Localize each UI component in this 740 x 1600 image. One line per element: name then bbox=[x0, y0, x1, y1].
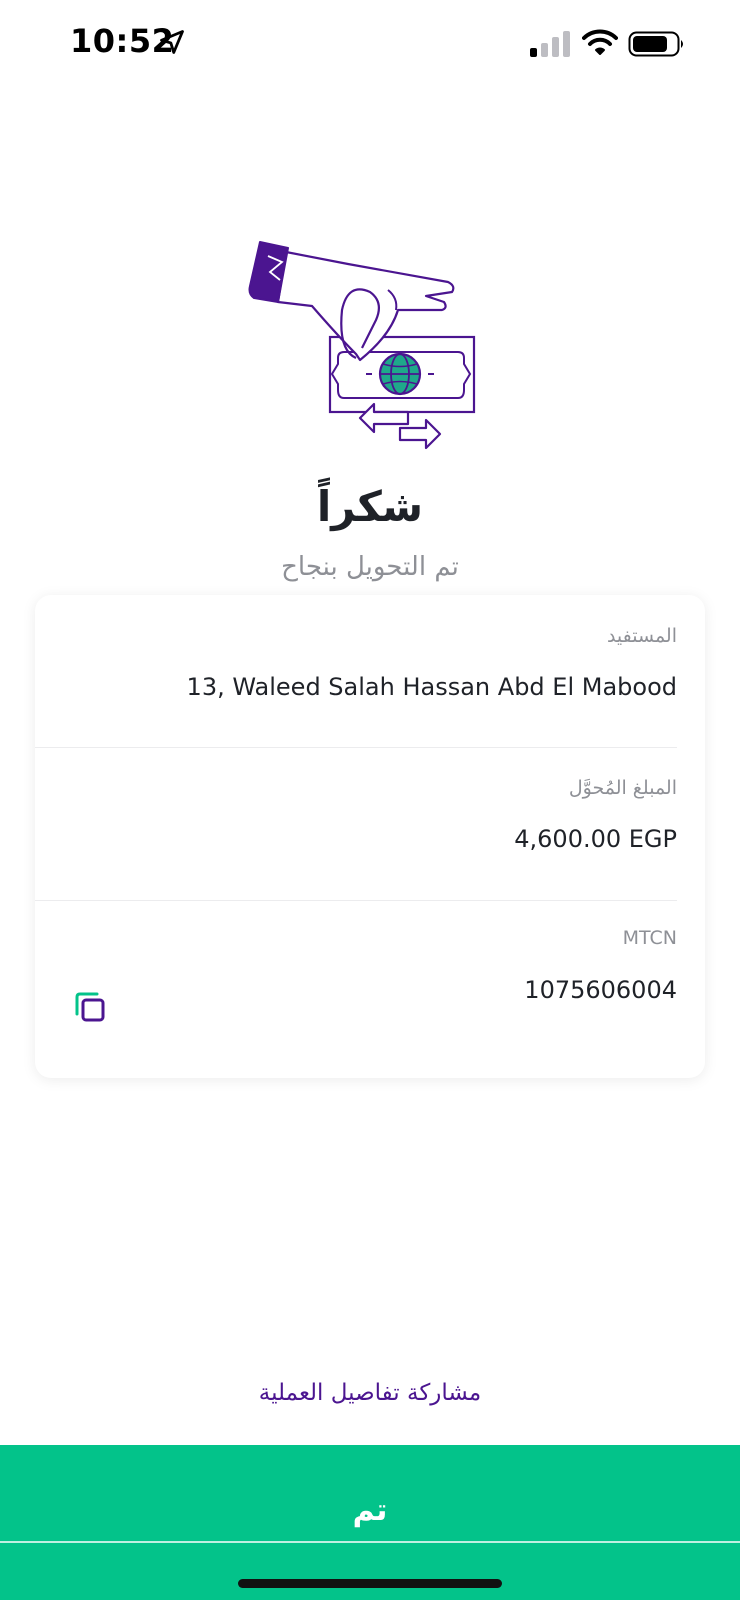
beneficiary-value: 13, Waleed Salah Hassan Abd El Mabood bbox=[186, 673, 677, 701]
cellular-signal-icon bbox=[530, 31, 570, 57]
location-arrow-icon bbox=[160, 30, 184, 54]
copy-icon[interactable] bbox=[73, 990, 107, 1024]
done-button-label: تم bbox=[352, 1493, 388, 1528]
divider bbox=[35, 747, 677, 748]
success-subtitle: تم التحويل بنجاح bbox=[281, 552, 459, 582]
divider bbox=[0, 1541, 740, 1543]
mtcn-value: 1075606004 bbox=[524, 976, 677, 1004]
wifi-icon bbox=[582, 29, 618, 55]
amount-label: المبلغ المُحوَّل bbox=[568, 777, 677, 799]
done-button[interactable]: تم bbox=[0, 1445, 740, 1600]
share-transaction-details-link[interactable]: مشاركة تفاصيل العملية bbox=[0, 1380, 740, 1406]
status-bar: 10:52 bbox=[0, 0, 740, 90]
transfer-details-card: المستفيد 13, Waleed Salah Hassan Abd El … bbox=[35, 595, 705, 1078]
money-transfer-illustration bbox=[248, 241, 476, 450]
home-indicator[interactable] bbox=[238, 1579, 502, 1588]
divider bbox=[35, 900, 677, 901]
beneficiary-label: المستفيد bbox=[606, 625, 677, 647]
amount-value: 4,600.00 EGP bbox=[514, 825, 677, 853]
battery-icon bbox=[628, 31, 683, 57]
success-title: شكراً bbox=[316, 482, 424, 531]
mtcn-label: MTCN bbox=[622, 927, 677, 949]
